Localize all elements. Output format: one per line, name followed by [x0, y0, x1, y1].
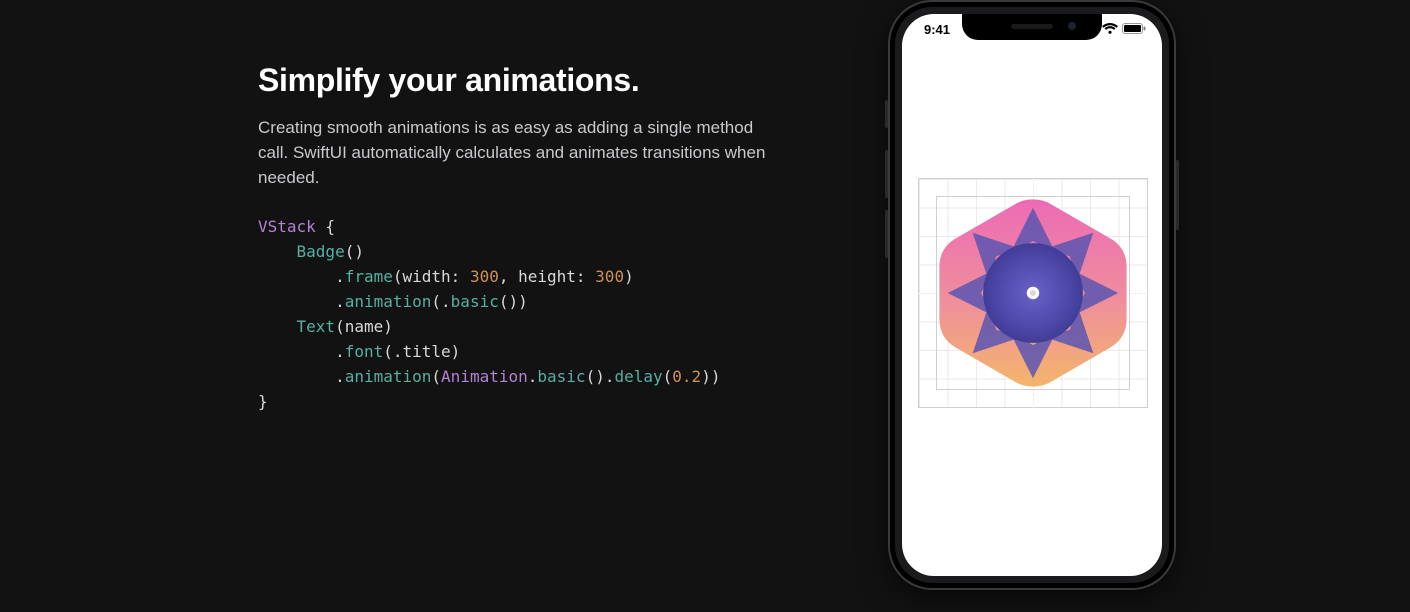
preview-canvas — [918, 178, 1148, 408]
device-mockup: 9:41 — [888, 0, 1176, 590]
page-root: Simplify your animations. Creating smoot… — [0, 0, 1410, 612]
cellular-icon — [1081, 23, 1098, 34]
device-screen: 9:41 — [902, 14, 1162, 576]
code-snippet: VStack { Badge() .frame(width: 300, heig… — [258, 214, 720, 414]
volume-down-icon — [885, 210, 888, 258]
feature-heading: Simplify your animations. — [258, 62, 818, 99]
volume-up-icon — [885, 150, 888, 198]
status-time: 9:41 — [924, 22, 950, 37]
status-icons — [1081, 23, 1146, 34]
battery-icon — [1122, 23, 1146, 34]
badge-icon — [929, 189, 1137, 397]
status-bar: 9:41 — [902, 14, 1162, 44]
mute-switch-icon — [885, 100, 888, 128]
feature-paragraph: Creating smooth animations is as easy as… — [258, 115, 768, 190]
power-button-icon — [1176, 160, 1179, 230]
feature-copy: Simplify your animations. Creating smoot… — [258, 62, 818, 190]
wifi-icon — [1102, 23, 1118, 34]
